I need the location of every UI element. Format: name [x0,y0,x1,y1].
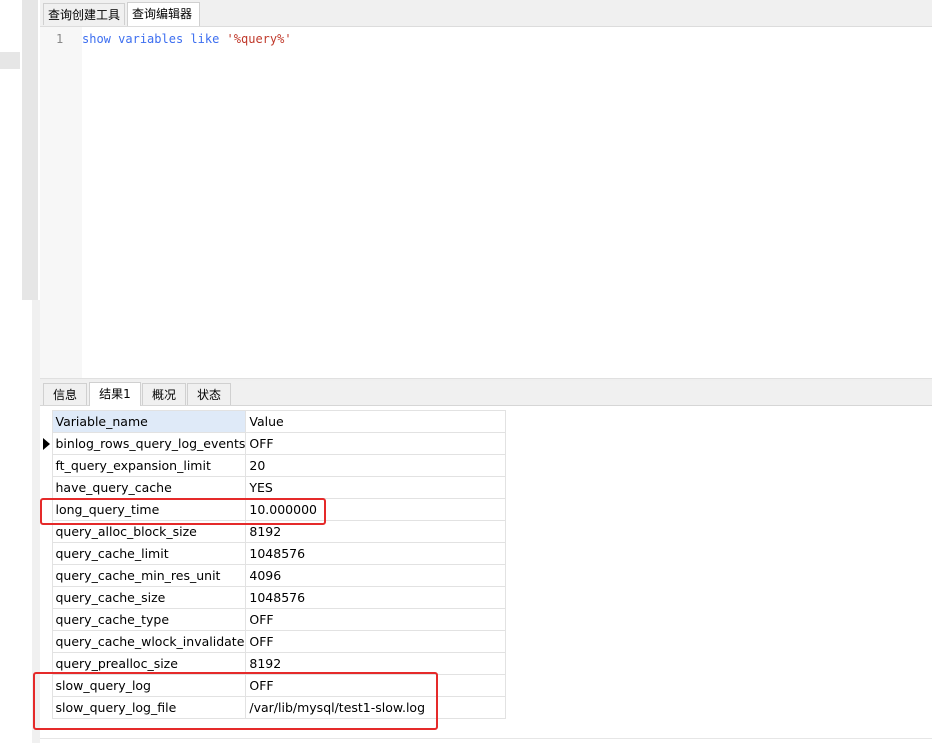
cell-variable-name[interactable]: have_query_cache [51,476,247,499]
code-line[interactable]: show variables like '%query%' [82,32,292,46]
cell-variable-name[interactable]: query_cache_min_res_unit [51,564,247,587]
left-panel-selected-item[interactable] [0,52,20,69]
row-indicator-header [40,410,53,433]
tab-result-1[interactable]: 结果1 [89,382,141,406]
highlight-box-long-query-time [40,498,326,525]
row-indicator[interactable] [40,608,53,631]
left-panel-edge [0,0,22,743]
row-indicator[interactable] [40,454,53,477]
row-indicator[interactable] [40,586,53,609]
left-panel-scrollbar[interactable] [22,0,38,300]
grid-header-row: Variable_name Value [40,410,507,433]
cell-variable-name[interactable]: query_cache_type [51,608,247,631]
sql-editor[interactable]: 1 show variables like '%query%' [40,27,932,379]
tab-info[interactable]: 信息 [43,383,87,405]
line-number: 1 [56,32,64,46]
cell-value[interactable]: OFF [245,608,507,631]
row-indicator[interactable] [40,630,53,653]
row-indicator[interactable] [40,476,53,499]
column-header-variable-name[interactable]: Variable_name [51,410,247,433]
table-row[interactable]: query_cache_size 1048576 [40,586,507,609]
cell-value[interactable]: 4096 [245,564,507,587]
table-row[interactable]: ft_query_expansion_limit 20 [40,454,507,477]
bottom-divider [40,738,932,739]
table-row[interactable]: binlog_rows_query_log_events OFF [40,432,507,455]
tab-query-builder[interactable]: 查询创建工具 [43,3,125,25]
string-literal: '%query%' [226,32,292,46]
line-number-gutter: 1 [40,27,82,379]
cell-value[interactable]: 1048576 [245,542,507,565]
cell-variable-name[interactable]: query_cache_size [51,586,247,609]
tab-status[interactable]: 状态 [187,383,231,405]
editor-tab-bar: 查询创建工具 查询编辑器 [40,0,932,27]
cell-variable-name[interactable]: ft_query_expansion_limit [51,454,247,477]
result-tab-bar: 信息 结果1 概况 状态 [40,381,932,406]
table-row[interactable]: query_cache_limit 1048576 [40,542,507,565]
cell-variable-name[interactable]: binlog_rows_query_log_events [51,432,247,455]
table-row[interactable]: have_query_cache YES [40,476,507,499]
cell-variable-name[interactable]: query_cache_wlock_invalidate [51,630,247,653]
cell-value[interactable]: OFF [245,630,507,653]
column-header-value[interactable]: Value [245,410,507,433]
cell-value[interactable]: 1048576 [245,586,507,609]
row-indicator[interactable] [40,432,53,455]
cell-value[interactable]: YES [245,476,507,499]
row-indicator[interactable] [40,542,53,565]
cell-value[interactable]: OFF [245,432,507,455]
table-row[interactable]: query_cache_min_res_unit 4096 [40,564,507,587]
table-row[interactable]: query_cache_type OFF [40,608,507,631]
keyword-show: show [82,32,111,46]
cell-value[interactable]: 20 [245,454,507,477]
row-indicator[interactable] [40,564,53,587]
tab-query-editor[interactable]: 查询编辑器 [127,2,200,26]
current-row-arrow-icon [43,437,50,450]
tab-profile[interactable]: 概况 [142,383,186,405]
keyword-like: like [190,32,220,46]
table-row[interactable]: query_cache_wlock_invalidate OFF [40,630,507,653]
highlight-box-slow-query-log [33,672,438,730]
cell-variable-name[interactable]: query_cache_limit [51,542,247,565]
keyword-variables: variables [118,32,184,46]
